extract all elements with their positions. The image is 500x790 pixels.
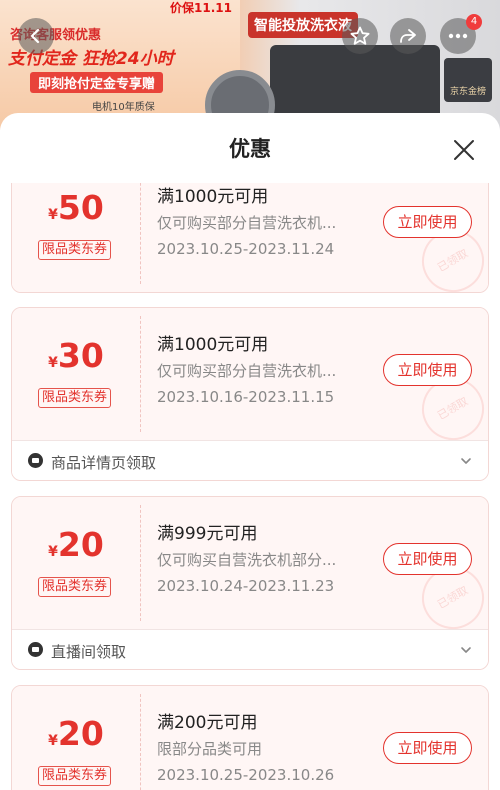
- coupon-body: ¥50 限品类东券 满1000元可用 仅可购买部分自营洗衣机... 2023.1…: [12, 183, 488, 292]
- coupon-amount-value: 30: [57, 336, 104, 375]
- close-button[interactable]: [447, 133, 481, 167]
- coupon-sheet: 优惠 ¥50 限品类东券 满1000元可用 仅可购买部分自营洗衣机... 202…: [0, 113, 500, 790]
- coupon-description: 限部分品类可用: [157, 740, 263, 758]
- coupon-value-area: ¥20 限品类东券: [12, 686, 140, 790]
- coupon-source: 直播间领取: [51, 643, 127, 661]
- use-now-button[interactable]: 立即使用: [383, 206, 472, 238]
- coupon-card: ¥50 限品类东券 满1000元可用 仅可购买部分自营洗衣机... 2023.1…: [11, 183, 489, 293]
- currency-symbol: ¥: [48, 544, 58, 560]
- coupon-body: ¥30 限品类东券 满1000元可用 仅可购买部分自营洗衣机... 2023.1…: [12, 308, 488, 452]
- coupon-source-row[interactable]: 商品详情页领取: [12, 440, 488, 480]
- coupon-date-range: 2023.10.25-2023.11.24: [157, 240, 335, 258]
- coupon-list[interactable]: ¥50 限品类东券 满1000元可用 仅可购买部分自营洗衣机... 2023.1…: [0, 183, 500, 790]
- sheet-header: 优惠: [0, 113, 500, 183]
- currency-symbol: ¥: [48, 355, 58, 371]
- back-button[interactable]: [18, 18, 54, 54]
- share-button[interactable]: [390, 18, 426, 54]
- coupon-type-tag: 限品类东券: [38, 240, 112, 260]
- coupon-condition: 满1000元可用: [157, 335, 269, 355]
- use-now-button[interactable]: 立即使用: [383, 354, 472, 386]
- coupon-source: 商品详情页领取: [51, 454, 157, 472]
- sheet-title: 优惠: [229, 137, 271, 161]
- ranking-badge: 京东金榜: [444, 58, 492, 102]
- chevron-left-icon: [30, 28, 40, 44]
- use-now-button[interactable]: 立即使用: [383, 732, 472, 764]
- coupon-condition: 满1000元可用: [157, 187, 269, 207]
- coupon-divider: [140, 505, 141, 621]
- use-now-button[interactable]: 立即使用: [383, 543, 472, 575]
- currency-symbol: ¥: [48, 207, 58, 223]
- coupon-type-tag: 限品类东券: [38, 388, 112, 408]
- coupon-amount: ¥30: [12, 336, 140, 375]
- coupon-source-row[interactable]: 直播间领取: [12, 629, 488, 669]
- coupon-description: 仅可购买部分自营洗衣机...: [157, 214, 337, 232]
- chevron-down-icon: [461, 647, 471, 653]
- currency-symbol: ¥: [48, 733, 58, 749]
- coupon-date-range: 2023.10.16-2023.11.15: [157, 388, 335, 406]
- share-icon: [400, 29, 416, 43]
- favorite-button[interactable]: [342, 18, 378, 54]
- coupon-value-area: ¥20 限品类东券: [12, 497, 140, 629]
- source-icon: [28, 453, 43, 468]
- coupon-amount-value: 20: [57, 714, 104, 753]
- coupon-value-area: ¥30 限品类东券: [12, 308, 140, 440]
- coupon-card: ¥30 限品类东券 满1000元可用 仅可购买部分自营洗衣机... 2023.1…: [11, 307, 489, 481]
- source-icon: [28, 642, 43, 657]
- close-icon: [454, 140, 474, 160]
- promo-line-4: 电机10年质保: [92, 102, 155, 113]
- coupon-body: ¥20 限品类东券 满999元可用 仅可购买自营洗衣机部分... 2023.10…: [12, 497, 488, 641]
- coupon-description: 仅可购买自营洗衣机部分...: [157, 551, 337, 569]
- promo-line-3: 即刻抢付定金专享赠: [30, 72, 164, 93]
- coupon-amount: ¥20: [12, 525, 140, 564]
- coupon-type-tag: 限品类东券: [38, 577, 112, 597]
- coupon-card: ¥20 限品类东券 满200元可用 限部分品类可用 2023.10.25-202…: [11, 685, 489, 790]
- product-banner: 咨询客服领优惠 支付定金 狂抢24小时 即刻抢付定金专享赠 电机10年质保 价保…: [0, 0, 500, 130]
- coupon-divider: [140, 316, 141, 432]
- chevron-down-icon: [461, 458, 471, 464]
- coupon-date-range: 2023.10.24-2023.11.23: [157, 577, 335, 595]
- more-dots-icon: [448, 33, 468, 39]
- coupon-amount-value: 50: [57, 188, 104, 227]
- coupon-date-range: 2023.10.25-2023.10.26: [157, 766, 335, 784]
- price-protect-tag: 价保11.11: [170, 1, 232, 15]
- coupon-amount-value: 20: [57, 525, 104, 564]
- coupon-amount: ¥50: [12, 188, 140, 227]
- coupon-condition: 满200元可用: [157, 713, 258, 733]
- notification-badge: 4: [466, 14, 482, 30]
- coupon-value-area: ¥50 限品类东券: [12, 183, 140, 292]
- coupon-card: ¥20 限品类东券 满999元可用 仅可购买自营洗衣机部分... 2023.10…: [11, 496, 489, 670]
- coupon-body: ¥20 限品类东券 满200元可用 限部分品类可用 2023.10.25-202…: [12, 686, 488, 790]
- coupon-description: 仅可购买部分自营洗衣机...: [157, 362, 337, 380]
- coupon-condition: 满999元可用: [157, 524, 258, 544]
- coupon-divider: [140, 183, 141, 284]
- star-icon: [350, 26, 370, 45]
- coupon-type-tag: 限品类东券: [38, 766, 112, 786]
- coupon-amount: ¥20: [12, 714, 140, 753]
- coupon-divider: [140, 694, 141, 790]
